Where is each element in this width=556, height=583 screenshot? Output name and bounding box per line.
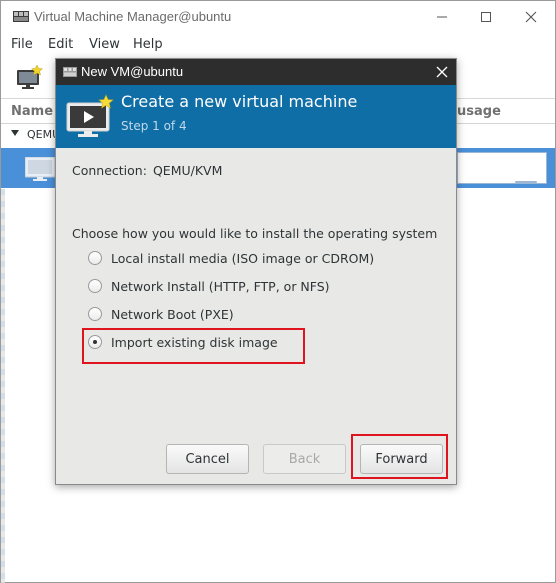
window-left-edge bbox=[1, 189, 5, 583]
wizard-step: Step 1 of 4 bbox=[121, 119, 187, 133]
install-method-prompt: Choose how you would like to install the… bbox=[72, 226, 438, 241]
radio-button-icon[interactable] bbox=[88, 279, 102, 293]
wizard-title: Create a new virtual machine bbox=[121, 92, 358, 111]
new-vm-monitor-icon[interactable] bbox=[15, 65, 43, 89]
wizard-header: Create a new virtual machine Step 1 of 4 bbox=[56, 85, 456, 148]
column-header-name[interactable]: Name bbox=[11, 104, 53, 119]
minimize-icon bbox=[437, 16, 447, 18]
connection-value: QEMU/KVM bbox=[152, 163, 223, 178]
menu-view[interactable]: View bbox=[89, 37, 120, 52]
cpu-usage-line bbox=[515, 181, 537, 183]
wizard-monitor-play-icon bbox=[66, 94, 114, 137]
main-window-title: Virtual Machine Manager@ubuntu bbox=[34, 9, 232, 24]
maximize-button[interactable] bbox=[463, 1, 509, 33]
dialog-titlebar[interactable]: New VM@ubuntu bbox=[56, 59, 456, 85]
close-icon bbox=[436, 66, 448, 78]
vm-monitor-icon bbox=[25, 157, 55, 181]
dialog-title: New VM@ubuntu bbox=[81, 64, 184, 79]
menu-help[interactable]: Help bbox=[133, 37, 163, 52]
highlight-box-import-option bbox=[82, 328, 305, 364]
menubar: File Edit View Help bbox=[1, 33, 555, 57]
radio-network-boot[interactable]: Network Boot (PXE) bbox=[88, 303, 234, 325]
column-header-usage[interactable]: usage bbox=[457, 104, 501, 119]
close-icon bbox=[525, 11, 537, 23]
back-button[interactable]: Back bbox=[263, 444, 346, 474]
radio-label[interactable]: Local install media (ISO image or CDROM) bbox=[111, 251, 374, 266]
main-titlebar[interactable]: Virtual Machine Manager@ubuntu bbox=[1, 1, 555, 33]
maximize-icon bbox=[481, 12, 491, 22]
expander-arrow-icon[interactable] bbox=[11, 130, 19, 136]
menu-edit[interactable]: Edit bbox=[48, 37, 73, 52]
dialog-close-button[interactable] bbox=[432, 62, 452, 82]
cancel-button[interactable]: Cancel bbox=[166, 444, 249, 474]
connection-row: Connection: QEMU/KVM bbox=[72, 163, 222, 178]
radio-local-install-media[interactable]: Local install media (ISO image or CDROM) bbox=[88, 247, 374, 269]
radio-button-icon[interactable] bbox=[88, 251, 102, 265]
radio-label[interactable]: Network Install (HTTP, FTP, or NFS) bbox=[111, 279, 330, 294]
highlight-box-forward-button bbox=[351, 434, 448, 479]
radio-network-install[interactable]: Network Install (HTTP, FTP, or NFS) bbox=[88, 275, 330, 297]
radio-button-icon[interactable] bbox=[88, 307, 102, 321]
minimize-button[interactable] bbox=[419, 1, 465, 33]
cpu-usage-graph bbox=[457, 152, 547, 184]
connection-label: Connection: bbox=[72, 163, 147, 178]
vm-manager-icon bbox=[13, 11, 29, 22]
close-window-button[interactable] bbox=[508, 1, 554, 33]
menu-file[interactable]: File bbox=[11, 37, 33, 52]
radio-label[interactable]: Network Boot (PXE) bbox=[111, 307, 234, 322]
new-vm-dialog: New VM@ubuntu Create a new virtual machi… bbox=[55, 58, 457, 485]
vm-manager-icon bbox=[63, 67, 77, 77]
